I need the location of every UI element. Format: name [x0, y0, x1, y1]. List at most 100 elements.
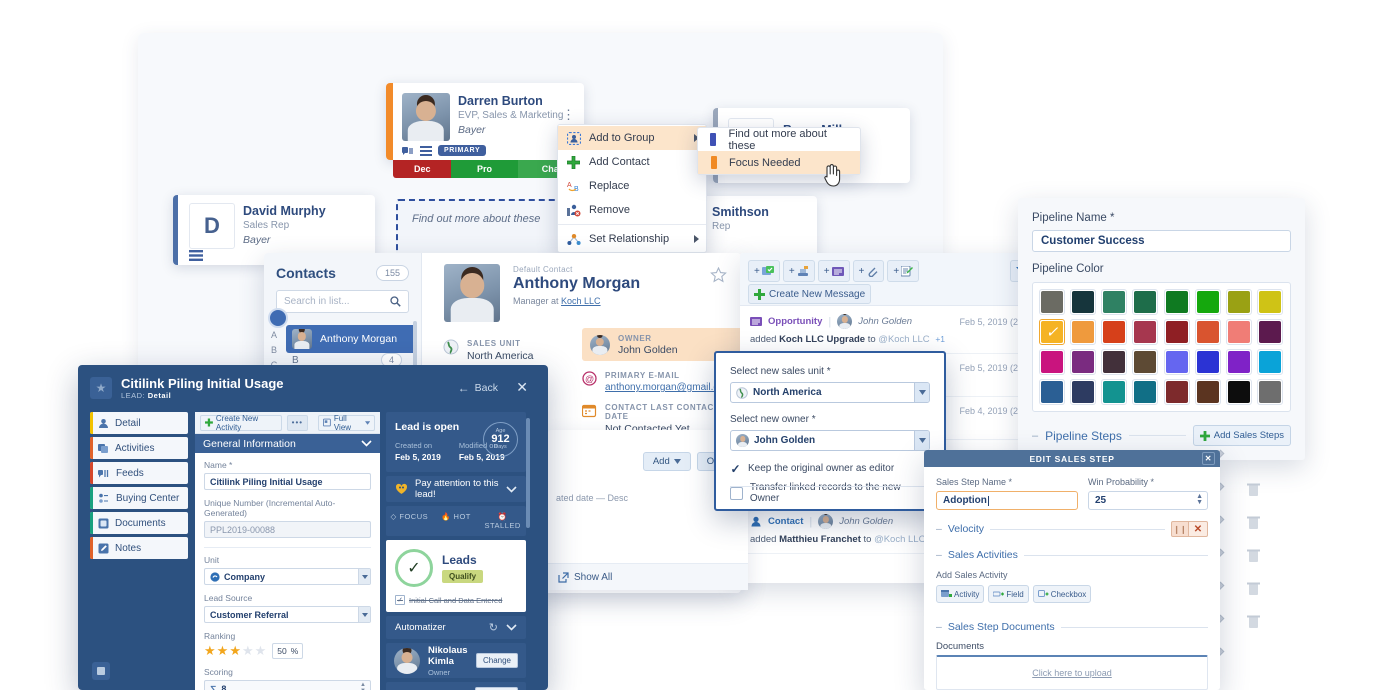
pipeline-color-swatches[interactable]: ✓: [1032, 282, 1291, 412]
sidebar-item-feeds[interactable]: Feeds: [90, 462, 188, 484]
field-input-name[interactable]: Citilink Piling Initial Usage: [204, 473, 371, 490]
list-icon[interactable]: [189, 250, 203, 261]
lead-state-tabs[interactable]: ◇ FOCUS 🔥 HOT ⏰ STALLED: [386, 506, 526, 536]
field-select-lead-source[interactable]: Customer Referral: [204, 606, 371, 623]
stepper-icon[interactable]: ▲▼: [1196, 493, 1203, 506]
color-swatch[interactable]: [1256, 319, 1283, 345]
chevron-down-icon[interactable]: [358, 607, 370, 622]
color-swatch[interactable]: [1163, 349, 1190, 375]
color-swatch[interactable]: [1070, 379, 1097, 405]
sidebar-item-notes[interactable]: Notes: [90, 537, 188, 559]
add-message-icon[interactable]: +: [887, 260, 920, 282]
change-owner-button[interactable]: Change: [475, 653, 518, 668]
menu-item-add-to-group[interactable]: Add to Group: [558, 126, 706, 150]
menu-item-replace[interactable]: AB Replace: [558, 174, 706, 198]
color-swatch[interactable]: [1194, 289, 1221, 315]
color-swatch[interactable]: [1194, 379, 1221, 405]
color-swatch[interactable]: ✓: [1039, 319, 1065, 345]
star-icon[interactable]: ★: [255, 643, 267, 659]
star-icon[interactable]: ★: [229, 643, 241, 659]
field-select-unit[interactable]: Company: [204, 568, 371, 585]
checklist-item[interactable]: ✓ Initial Call and Data Entered: [395, 595, 517, 605]
feed-item[interactable]: Opportunity | John Golden Feb 5, 2019 (2…: [740, 306, 1040, 354]
chevron-down-icon[interactable]: [361, 440, 372, 447]
sales-unit-select[interactable]: North America: [730, 382, 930, 403]
card-menu-icon[interactable]: ⋮: [562, 108, 575, 121]
color-swatch[interactable]: [1225, 379, 1252, 405]
lead-status-column[interactable]: Lead is open Created on Feb 5, 2019 Modi…: [380, 412, 532, 690]
full-view-button[interactable]: Full View: [318, 414, 375, 432]
close-icon[interactable]: ✕: [516, 379, 528, 396]
owner-select[interactable]: John Golden: [730, 430, 930, 451]
color-swatch[interactable]: [1070, 349, 1097, 375]
sidebar-item-activities[interactable]: Activities: [90, 437, 188, 459]
lead-detail-window[interactable]: ★ Citilink Piling Initial Usage LEAD: De…: [78, 365, 548, 690]
pause-icon[interactable]: ❙❙: [1171, 521, 1189, 537]
star-icon[interactable]: ★: [204, 643, 216, 659]
submenu-item-find-out-more[interactable]: Find out more about these: [698, 128, 860, 152]
alpha-b[interactable]: B: [267, 343, 281, 358]
color-swatch[interactable]: [1256, 349, 1283, 375]
automatizer-row[interactable]: Automatizer ↻: [386, 616, 526, 639]
sales-team-row[interactable]: Sales Team Manage: [386, 682, 526, 690]
sort-label[interactable]: ated date — Desc: [556, 493, 628, 503]
sidebar-item-detail[interactable]: Detail: [90, 412, 188, 434]
add-document-icon[interactable]: +: [852, 260, 885, 282]
search-input[interactable]: Search in list...: [276, 290, 409, 313]
status-scrollbar[interactable]: [526, 418, 530, 528]
color-swatch[interactable]: [1039, 349, 1065, 375]
lead-nav[interactable]: Detail Activities Feeds Buying Center Do…: [90, 412, 188, 562]
add-button[interactable]: Add: [642, 452, 691, 471]
keep-owner-checkbox[interactable]: ✓: [730, 462, 741, 476]
color-swatch[interactable]: [1132, 349, 1159, 375]
chevron-down-icon[interactable]: [358, 569, 370, 584]
color-swatch[interactable]: [1101, 379, 1128, 405]
create-new-activity-button[interactable]: Create New Activity: [200, 414, 282, 432]
tab-focus[interactable]: ◇ FOCUS: [386, 506, 433, 536]
sidebar-item-documents[interactable]: Documents: [90, 512, 188, 534]
delete-icon[interactable]: [1247, 515, 1260, 530]
color-swatch[interactable]: [1039, 379, 1065, 405]
add-task-icon[interactable]: +: [748, 260, 780, 282]
alpha-a[interactable]: A: [267, 328, 281, 343]
color-swatch[interactable]: [1225, 289, 1252, 315]
color-swatch[interactable]: [1132, 289, 1159, 315]
attention-banner[interactable]: Pay attention to this lead!: [386, 476, 526, 502]
color-swatch[interactable]: [1194, 349, 1221, 375]
list-item-anthony-morgan[interactable]: Anthony Morgan: [286, 325, 416, 353]
owner-row[interactable]: Nikolaus Kimla Owner Change: [386, 643, 526, 678]
menu-item-add-contact[interactable]: Add Contact: [558, 150, 706, 174]
delete-icon[interactable]: [1247, 581, 1260, 596]
feed-text-link[interactable]: @Koch LLC: [874, 534, 925, 545]
color-swatch[interactable]: [1070, 319, 1097, 345]
contact-account-link[interactable]: Koch LLC: [561, 296, 601, 306]
delete-icon[interactable]: [1247, 482, 1260, 497]
add-note-icon[interactable]: +: [817, 260, 850, 282]
color-swatch[interactable]: [1070, 289, 1097, 315]
context-menu[interactable]: Add to Group Add Contact AB Replace Remo…: [557, 124, 707, 253]
alpha-index-dot[interactable]: [268, 308, 288, 328]
feed-text-link[interactable]: @Koch LLC: [878, 334, 929, 345]
color-swatch[interactable]: [1163, 379, 1190, 405]
chat-icon[interactable]: [402, 146, 414, 156]
color-swatch[interactable]: [1101, 289, 1128, 315]
keep-owner-checkbox-row[interactable]: ✓ Keep the original owner as editor: [730, 462, 930, 476]
chevron-down-icon[interactable]: [914, 431, 929, 450]
color-swatch[interactable]: [1163, 319, 1190, 345]
color-swatch[interactable]: [1101, 349, 1128, 375]
add-field-button[interactable]: Field: [988, 585, 1029, 603]
close-icon[interactable]: ✕: [1202, 452, 1215, 465]
pipeline-settings-panel[interactable]: Pipeline Name * Customer Success Pipelin…: [1018, 198, 1305, 460]
chevron-down-icon[interactable]: [506, 485, 517, 493]
section-general-information[interactable]: General Information: [195, 434, 380, 453]
show-all-button[interactable]: Show All: [548, 563, 748, 590]
color-swatch[interactable]: [1225, 349, 1252, 375]
color-swatch[interactable]: [1132, 379, 1159, 405]
contact-card-darren-burton[interactable]: Darren Burton EVP, Sales & Marketing Bay…: [386, 83, 584, 178]
tag-dec[interactable]: Dec: [393, 160, 452, 178]
chevron-down-icon[interactable]: [914, 383, 929, 402]
edit-sales-step-dialog[interactable]: EDIT SALES STEP ✕ Sales Step Name * Adop…: [924, 450, 1220, 690]
collapse-toggle[interactable]: [92, 662, 110, 680]
stepper-icon[interactable]: ▲▼: [360, 682, 366, 690]
color-swatch[interactable]: [1132, 319, 1159, 345]
